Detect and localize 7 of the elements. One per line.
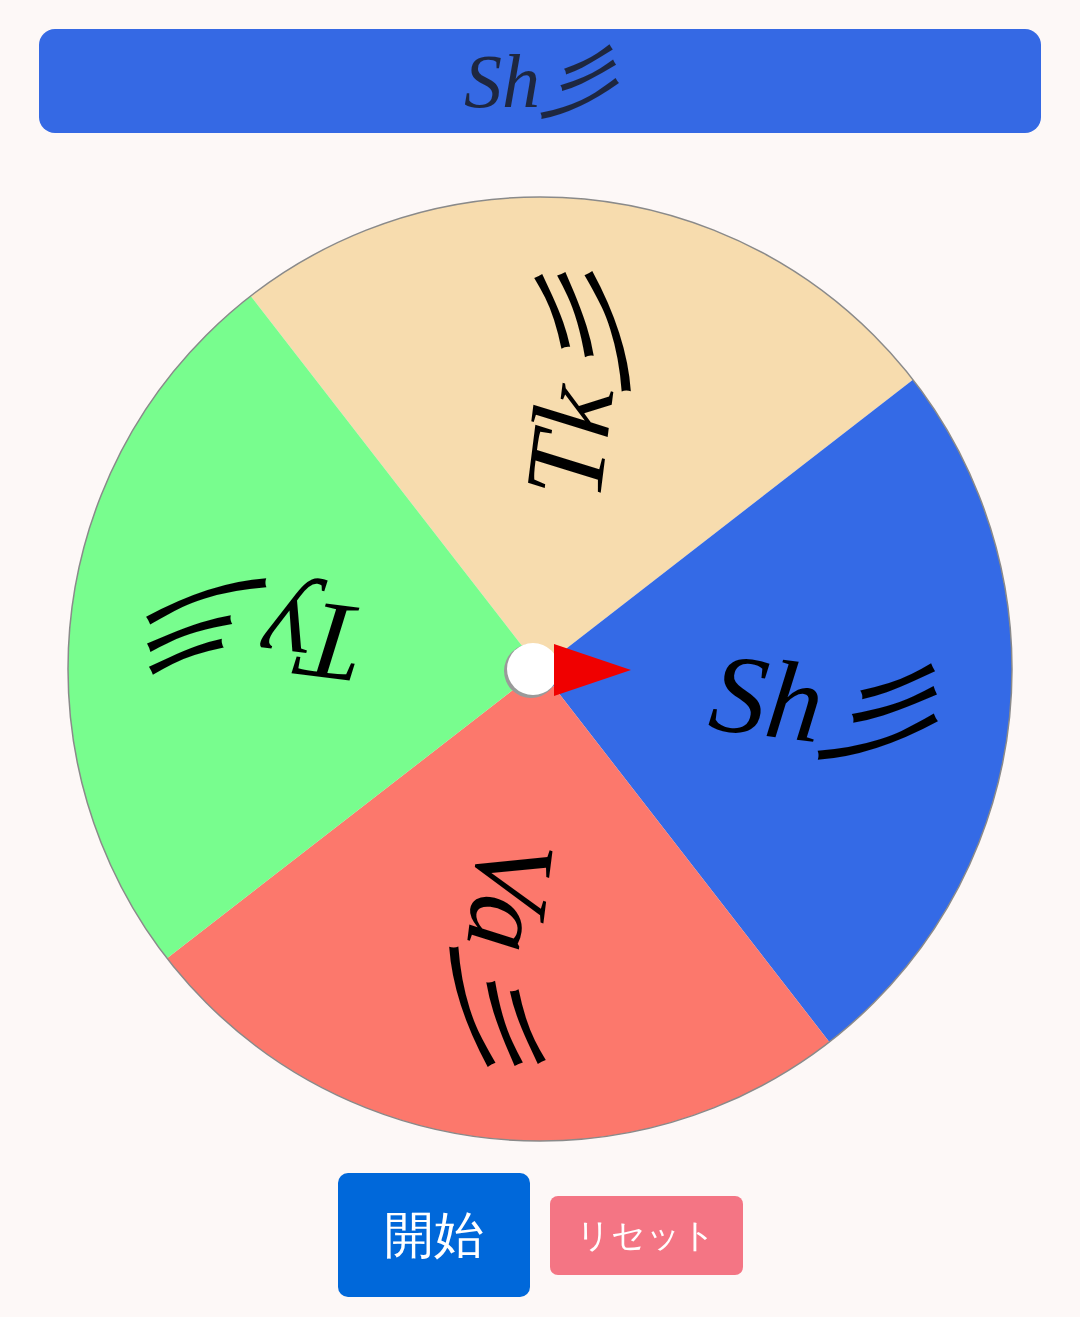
- segment-label: Sh彡: [703, 629, 942, 781]
- pointer-icon: [504, 643, 631, 698]
- segment-label: Va彡: [428, 832, 580, 1071]
- start-button[interactable]: 開始: [337, 1173, 530, 1297]
- reset-button[interactable]: リセット: [549, 1195, 743, 1275]
- segment-label: Tk彡: [500, 267, 652, 506]
- segment-label: Ty彡: [142, 558, 372, 709]
